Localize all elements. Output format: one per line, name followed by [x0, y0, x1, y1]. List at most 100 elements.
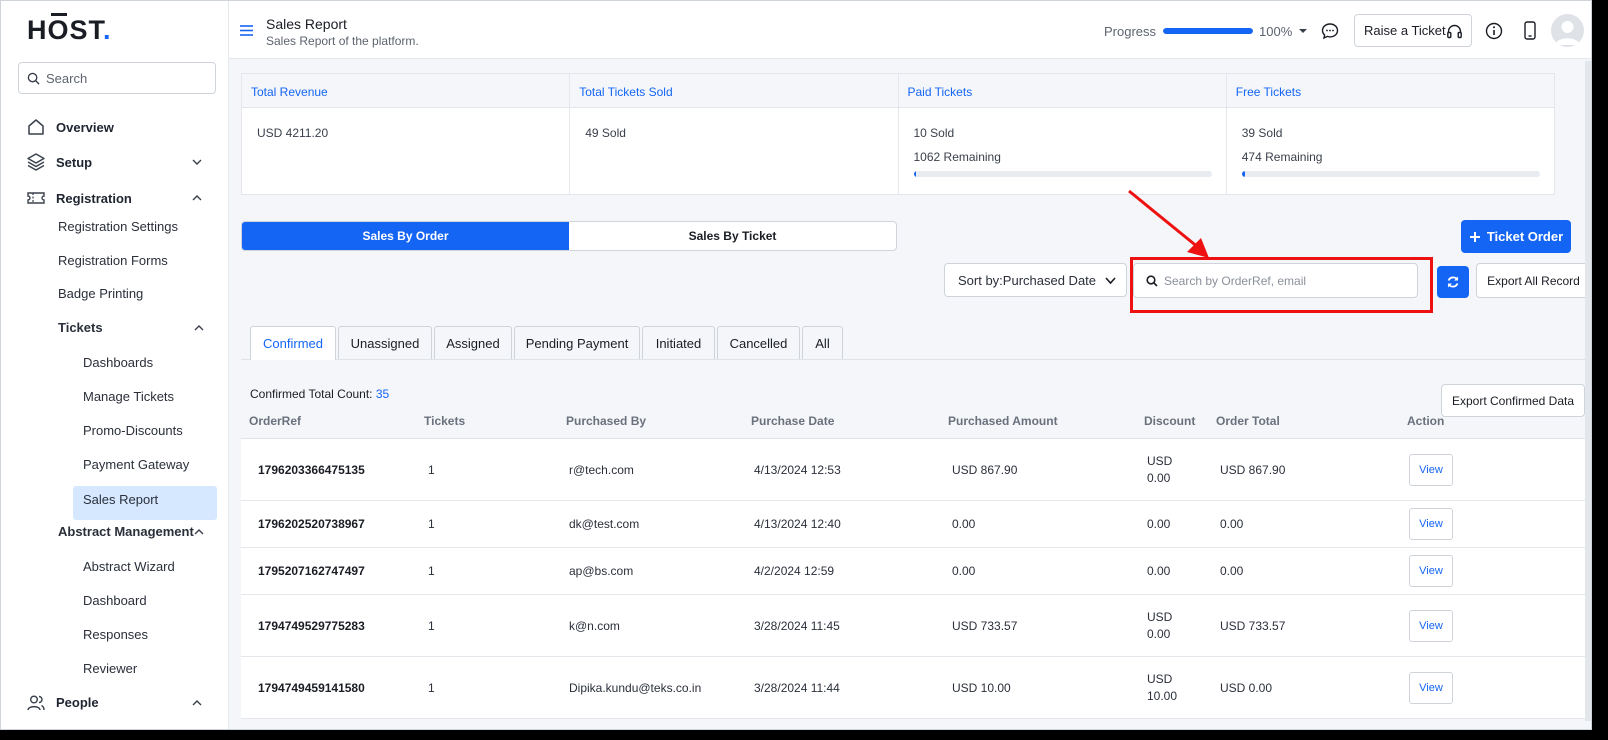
- caret-down-icon[interactable]: [1298, 27, 1308, 35]
- sort-select-value: Sort by:Purchased Date: [958, 272, 1097, 288]
- purchased-amount: 0.00: [952, 564, 976, 578]
- tab-cancelled[interactable]: Cancelled: [717, 326, 800, 359]
- view-button[interactable]: View: [1409, 610, 1453, 642]
- sidebar-item-responses[interactable]: Responses: [83, 627, 148, 642]
- sort-select[interactable]: Sort by:Purchased Date: [944, 263, 1127, 297]
- plus-icon: [1469, 231, 1480, 242]
- view-button[interactable]: View: [1409, 672, 1453, 704]
- purchased-by: r@tech.com: [569, 463, 634, 477]
- chat-icon[interactable]: [1321, 22, 1339, 40]
- table-row: 1795207162747497 1 ap@bs.com 4/2/2024 12…: [241, 548, 1591, 595]
- order-ref: 1794749529775283: [258, 619, 365, 633]
- tab-pending-payment[interactable]: Pending Payment: [514, 326, 640, 359]
- column-header: Order Total: [1216, 414, 1280, 428]
- view-button[interactable]: View: [1409, 555, 1453, 587]
- sidebar-item-label: People: [56, 695, 99, 710]
- stat-title: Free Tickets: [1226, 74, 1554, 108]
- chevron-down-icon: [192, 159, 202, 165]
- discount: USD 0.00: [1147, 453, 1172, 487]
- raise-ticket-button[interactable]: Raise a Ticket: [1354, 14, 1472, 47]
- chevron-up-icon[interactable]: [193, 526, 205, 538]
- sidebar: HOST. Search Overview Setup Registration…: [1, 1, 229, 729]
- scrollbar[interactable]: [1585, 61, 1591, 721]
- status-tabs: Confirmed Unassigned Assigned Pending Pa…: [241, 326, 1591, 360]
- discount: USD 0.00: [1147, 609, 1172, 643]
- progress-value: 100%: [1259, 24, 1293, 39]
- sidebar-item-registration-forms[interactable]: Registration Forms: [58, 253, 168, 268]
- sidebar-item-payment-gateway[interactable]: Payment Gateway: [83, 457, 189, 472]
- mobile-icon[interactable]: [1523, 21, 1537, 40]
- sidebar-item-badge-printing[interactable]: Badge Printing: [58, 286, 143, 301]
- chevron-down-icon: [1105, 277, 1116, 285]
- total-count-value: 35: [375, 387, 390, 401]
- sidebar-item-label: Setup: [56, 154, 93, 170]
- stat-sold: 39 Sold: [1241, 126, 1283, 140]
- avatar[interactable]: [1551, 14, 1584, 47]
- raise-ticket-label: Raise a Ticket: [1364, 23, 1446, 38]
- tab-confirmed[interactable]: Confirmed: [250, 326, 336, 360]
- order-total: USD 0.00: [1220, 681, 1273, 695]
- total-count-label: Confirmed Total Count:: [250, 387, 373, 401]
- stat-title: Total Revenue: [242, 74, 570, 108]
- discount-line: 10.00: [1147, 689, 1178, 703]
- sidebar-item-manage-tickets[interactable]: Manage Tickets: [83, 389, 174, 404]
- sidebar-item-abstract-wizard[interactable]: Abstract Wizard: [83, 559, 175, 574]
- sidebar-item-abstract-management[interactable]: Abstract Management: [58, 524, 194, 539]
- tab-unassigned[interactable]: Unassigned: [338, 326, 432, 359]
- sidebar-item-dashboards[interactable]: Dashboards: [83, 355, 153, 370]
- purchased-by: ap@bs.com: [569, 564, 634, 578]
- sales-by-order-button[interactable]: Sales By Order: [242, 222, 569, 250]
- column-header: Discount: [1144, 414, 1196, 428]
- sidebar-item-setup[interactable]: Setup: [1, 151, 229, 173]
- discount: 0.00: [1147, 517, 1171, 531]
- layers-icon: [27, 153, 45, 171]
- sidebar-item-people[interactable]: People: [1, 695, 229, 723]
- table-row: 1794749529775283 1 k@n.com 3/28/2024 11:…: [241, 595, 1591, 657]
- chevron-up-icon[interactable]: [193, 322, 205, 334]
- discount-line: USD: [1147, 454, 1173, 468]
- column-header: Tickets: [424, 414, 466, 428]
- column-header: Purchased By: [566, 414, 647, 428]
- stat-title: Paid Tickets: [898, 74, 1226, 108]
- discount-line: 0.00: [1147, 627, 1171, 641]
- annotation-arrow: [1128, 189, 1209, 258]
- headset-icon: [1447, 24, 1462, 39]
- discount: USD 10.00: [1147, 671, 1177, 705]
- info-icon[interactable]: [1485, 22, 1503, 40]
- sidebar-item-registration[interactable]: Registration: [1, 187, 229, 209]
- export-all-record-button[interactable]: Export All Record: [1476, 263, 1591, 298]
- purchase-date: 4/2/2024 12:59: [754, 564, 835, 578]
- view-button[interactable]: View: [1409, 508, 1453, 540]
- user-icon: [1555, 21, 1580, 45]
- refresh-button[interactable]: [1437, 266, 1469, 298]
- sidebar-item-registration-settings[interactable]: Registration Settings: [58, 219, 178, 234]
- sidebar-item-reviewer[interactable]: Reviewer: [83, 661, 137, 676]
- total-count: Confirmed Total Count: 35: [250, 387, 389, 401]
- order-ref: 1794749459141580: [258, 681, 365, 695]
- ticket-order-label: Ticket Order: [1486, 229, 1564, 244]
- ticket-order-button[interactable]: Ticket Order: [1461, 220, 1571, 253]
- sidebar-item-overview[interactable]: Overview: [1, 116, 229, 138]
- purchased-amount: 0.00: [952, 517, 976, 531]
- sidebar-item-sales-report[interactable]: Sales Report: [83, 492, 158, 507]
- table-row: 1796203366475135 1 r@tech.com 4/13/2024 …: [241, 439, 1591, 501]
- sidebar-item-dashboard[interactable]: Dashboard: [83, 593, 147, 608]
- purchased-amount: USD 867.90: [952, 463, 1018, 477]
- users-icon: [27, 695, 45, 711]
- table-header: OrderRef Tickets Purchased By Purchase D…: [241, 411, 1591, 439]
- stat-progress-bar: [1241, 171, 1540, 177]
- tab-initiated[interactable]: Initiated: [642, 326, 715, 359]
- view-button[interactable]: View: [1409, 454, 1453, 486]
- sidebar-item-tickets[interactable]: Tickets: [58, 320, 103, 335]
- order-ref: 1796203366475135: [258, 463, 365, 477]
- tab-assigned[interactable]: Assigned: [434, 326, 512, 359]
- order-total: USD 733.57: [1220, 619, 1286, 633]
- sidebar-search-input[interactable]: Search: [18, 62, 216, 94]
- sidebar-item-promo-discounts[interactable]: Promo-Discounts: [83, 423, 183, 438]
- menu-icon[interactable]: [240, 24, 253, 37]
- stat-progress-fill: [1241, 171, 1245, 177]
- home-icon: [28, 119, 44, 135]
- tab-all[interactable]: All: [802, 326, 843, 359]
- purchase-date: 4/13/2024 12:53: [754, 463, 841, 477]
- sales-by-ticket-button[interactable]: Sales By Ticket: [569, 222, 896, 250]
